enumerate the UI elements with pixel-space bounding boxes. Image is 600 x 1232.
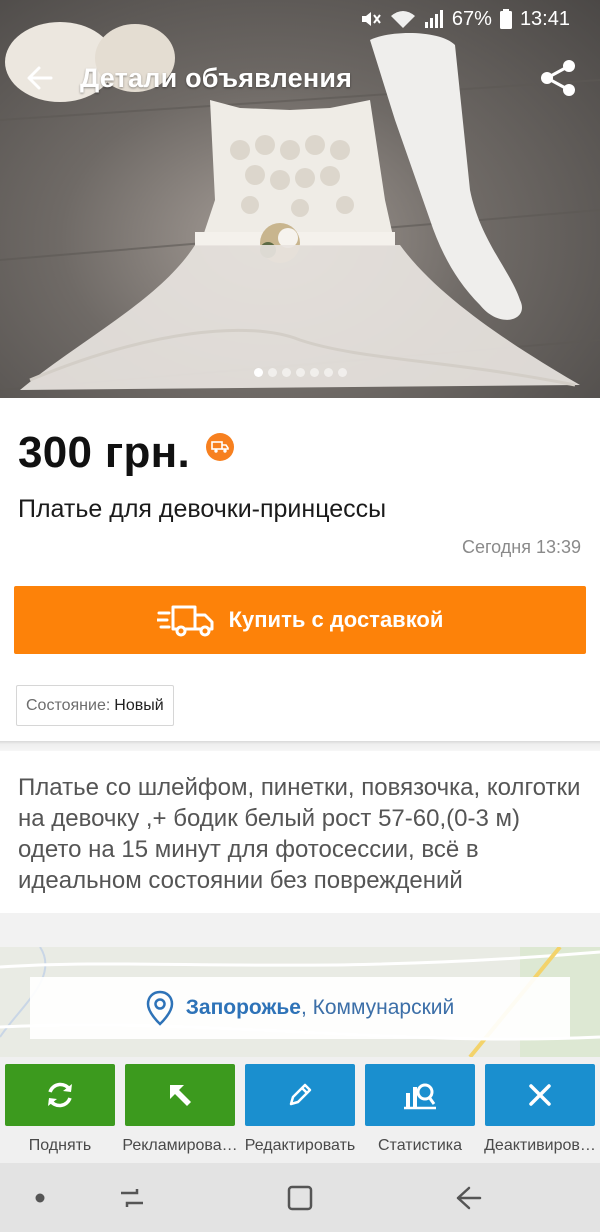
price: 300 грн. [18, 428, 191, 477]
raise-label: Поднять [28, 1137, 92, 1154]
section-gap [0, 913, 600, 947]
location-pin-icon [146, 990, 174, 1026]
gallery-dot [337, 368, 347, 377]
raise-button[interactable] [5, 1064, 115, 1126]
promote-button[interactable] [125, 1064, 235, 1126]
condition-label: Состояние: [26, 696, 111, 714]
close-icon [529, 1084, 551, 1106]
recents-icon [121, 1188, 143, 1207]
refresh-icon [48, 1082, 72, 1108]
nav-recents-button[interactable] [92, 1163, 172, 1232]
stats-button[interactable] [365, 1064, 475, 1126]
promote-label: Рекламирова… [122, 1137, 238, 1154]
dot-icon [35, 1193, 45, 1202]
gallery-dot [295, 368, 305, 377]
back-arrow-icon [27, 66, 53, 90]
edit-label: Редактировать [244, 1137, 356, 1154]
listing-title: Платье для девочки-принцессы [18, 495, 387, 523]
listing-description: Платье со шлейфом, пинетки, повязочка, к… [18, 774, 581, 894]
delivery-badge-icon [206, 433, 235, 461]
back-button[interactable] [0, 42, 80, 114]
action-stats[interactable]: Статистика [365, 1064, 475, 1163]
page-title: Детали объявления [80, 62, 353, 93]
deactivate-button[interactable] [485, 1064, 595, 1126]
posted-date: Сегодня 13:39 [461, 537, 581, 557]
gallery-dot [323, 368, 333, 377]
wifi-icon [390, 9, 416, 29]
back-icon [456, 1186, 482, 1209]
condition-tag: Состояние: Новый [16, 685, 174, 726]
system-nav-bar [0, 1163, 600, 1232]
gallery-dot [309, 368, 319, 377]
arrow-up-left-icon [170, 1085, 191, 1106]
action-edit[interactable]: Редактировать [245, 1064, 355, 1163]
owner-action-bar: Поднять Рекламирова… Редактировать Стати… [0, 1057, 600, 1163]
stats-icon [404, 1083, 436, 1110]
location-card[interactable]: Запорожье, Коммунарский [30, 977, 570, 1039]
buy-with-delivery-button[interactable]: Купить с доставкой [14, 586, 586, 654]
mute-icon [360, 9, 382, 29]
share-icon [541, 60, 575, 96]
section-divider [0, 741, 600, 751]
location-city: Запорожье [185, 996, 301, 1019]
condition-value: Новый [114, 696, 164, 714]
photo-gallery[interactable]: Детали объявления [0, 0, 600, 398]
home-icon [287, 1185, 313, 1210]
action-promote[interactable]: Рекламирова… [122, 1064, 238, 1163]
top-toolbar: Детали объявления [0, 42, 600, 114]
action-deactivate[interactable]: Деактивиров… [484, 1064, 596, 1163]
gallery-dot [281, 368, 291, 377]
status-bar: 67% 13:41 [0, 0, 600, 38]
nav-back-button[interactable] [428, 1163, 508, 1232]
share-button[interactable] [534, 54, 582, 102]
nav-dot-button[interactable] [0, 1163, 80, 1232]
gallery-dot [267, 368, 277, 377]
location-district: , Коммунарский [300, 996, 455, 1019]
price-row: 300 грн. [18, 428, 235, 478]
deactivate-label: Деактивиров… [484, 1137, 596, 1154]
pencil-icon [289, 1083, 312, 1106]
signal-icon [424, 9, 444, 29]
gallery-pager [0, 368, 600, 377]
nav-home-button[interactable] [260, 1163, 340, 1232]
clock: 13:41 [519, 7, 570, 30]
battery-percent: 67% [451, 7, 492, 30]
buy-button-label: Купить с доставкой [228, 607, 444, 632]
delivery-truck-icon [156, 605, 214, 637]
action-raise[interactable]: Поднять [5, 1064, 115, 1163]
edit-button[interactable] [245, 1064, 355, 1126]
gallery-dot [253, 368, 263, 377]
battery-icon [499, 9, 512, 29]
stats-label: Статистика [377, 1137, 463, 1154]
